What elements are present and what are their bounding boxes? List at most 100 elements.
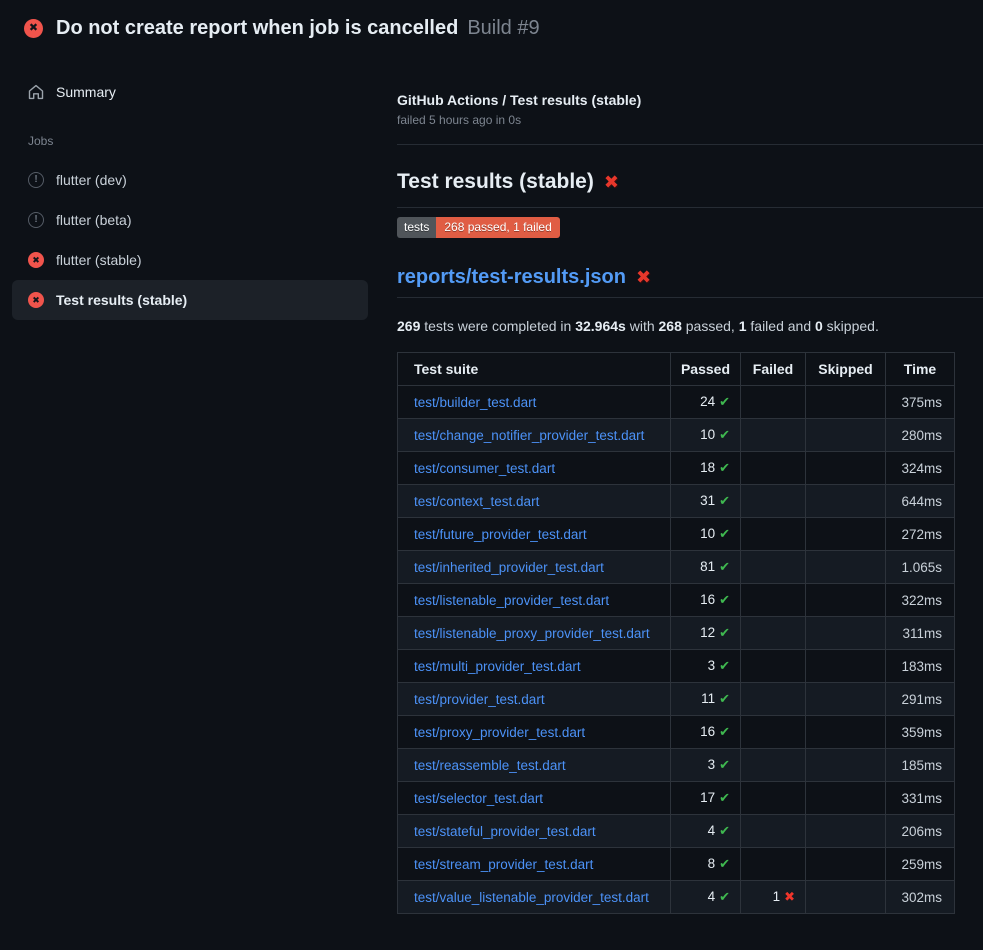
time-cell: 280ms (886, 419, 955, 452)
cross-mark-icon: ✖ (604, 172, 619, 193)
column-header: Skipped (806, 353, 886, 386)
failed-cell (741, 716, 806, 749)
table-row: test/reassemble_test.dart3✔185ms (398, 749, 955, 782)
test-suite-link[interactable]: test/reassemble_test.dart (414, 758, 566, 773)
skipped-cell (806, 815, 886, 848)
table-row: test/stateful_provider_test.dart4✔206ms (398, 815, 955, 848)
sidebar-item-summary[interactable]: Summary (28, 84, 380, 100)
suite-cell: test/context_test.dart (398, 485, 671, 518)
section-title: Test results (stable) ✖ (397, 170, 619, 194)
passed-cell: 16✔ (671, 584, 741, 617)
neutral-status-icon: ! (28, 172, 44, 188)
suite-cell: test/consumer_test.dart (398, 452, 671, 485)
passed-value: 3 (708, 757, 716, 772)
check-icon: ✔ (719, 427, 730, 442)
time-cell: 185ms (886, 749, 955, 782)
jobs-section-label: Jobs (28, 134, 380, 148)
passed-value: 11 (701, 691, 715, 706)
neutral-status-icon: ! (28, 212, 44, 228)
test-suite-link[interactable]: test/listenable_proxy_provider_test.dart (414, 626, 650, 641)
total-time: 32.964s (575, 318, 626, 334)
skipped-count: 0 (815, 318, 823, 334)
time-cell: 311ms (886, 617, 955, 650)
failed-cell (741, 815, 806, 848)
sidebar-item-job[interactable]: !flutter (beta) (12, 200, 368, 240)
report-file-link[interactable]: reports/test-results.json (397, 266, 626, 289)
test-suite-link[interactable]: test/multi_provider_test.dart (414, 659, 581, 674)
check-icon: ✔ (719, 526, 730, 541)
skipped-cell (806, 419, 886, 452)
skipped-cell (806, 716, 886, 749)
test-suite-link[interactable]: test/change_notifier_provider_test.dart (414, 428, 644, 443)
test-suite-link[interactable]: test/provider_test.dart (414, 692, 545, 707)
passed-value: 8 (708, 856, 716, 871)
failed-cell (741, 419, 806, 452)
test-suite-link[interactable]: test/consumer_test.dart (414, 461, 555, 476)
sidebar-item-label: Summary (56, 84, 116, 100)
skipped-cell (806, 617, 886, 650)
github-check-run-page: { "header": { "title": "Do not create re… (0, 0, 983, 950)
sidebar-item-job[interactable]: ! flutter (dev) (12, 160, 368, 200)
suite-cell: test/stateful_provider_test.dart (398, 815, 671, 848)
test-suite-link[interactable]: test/proxy_provider_test.dart (414, 725, 585, 740)
time-cell: 331ms (886, 782, 955, 815)
skipped-cell (806, 683, 886, 716)
time-cell: 375ms (886, 386, 955, 419)
test-suite-link[interactable]: test/context_test.dart (414, 494, 539, 509)
results-table: Test suitePassedFailedSkippedTime test/b… (397, 352, 955, 914)
badge-label: tests (397, 217, 436, 238)
failed-cell (741, 452, 806, 485)
suite-cell: test/reassemble_test.dart (398, 749, 671, 782)
sidebar: Summary Jobs ! flutter (dev) !flutter (bet… (0, 56, 380, 320)
test-suite-link[interactable]: test/stateful_provider_test.dart (414, 824, 596, 839)
time-cell: 324ms (886, 452, 955, 485)
passed-value: 17 (700, 790, 715, 805)
suite-cell: test/proxy_provider_test.dart (398, 716, 671, 749)
failed-status-icon: ✖ (28, 252, 44, 268)
passed-value: 4 (708, 889, 716, 904)
test-suite-link[interactable]: test/inherited_provider_test.dart (414, 560, 604, 575)
passed-cell: 18✔ (671, 452, 741, 485)
run-status-line: failed 5 hours ago in 0s (397, 113, 521, 127)
time-cell: 259ms (886, 848, 955, 881)
job-label: flutter (dev) (56, 172, 127, 188)
test-suite-link[interactable]: test/listenable_provider_test.dart (414, 593, 609, 608)
suite-cell: test/selector_test.dart (398, 782, 671, 815)
failed-cell (741, 551, 806, 584)
column-header: Test suite (398, 353, 671, 386)
passed-count: 268 (659, 318, 682, 334)
failed-count: 1 (739, 318, 747, 334)
time-cell: 291ms (886, 683, 955, 716)
skipped-cell (806, 551, 886, 584)
suite-cell: test/provider_test.dart (398, 683, 671, 716)
sidebar-item-job[interactable]: ✖Test results (stable) (12, 280, 368, 320)
table-row: test/change_notifier_provider_test.dart1… (398, 419, 955, 452)
section-title-text: Test results (stable) (397, 170, 594, 194)
test-suite-link[interactable]: test/stream_provider_test.dart (414, 857, 593, 872)
failed-cell (741, 749, 806, 782)
check-icon: ✔ (719, 625, 730, 640)
test-suite-link[interactable]: test/builder_test.dart (414, 395, 536, 410)
skipped-cell (806, 584, 886, 617)
passed-value: 16 (700, 724, 715, 739)
jobs-list: ! flutter (dev) !flutter (beta)✖flutter (s… (0, 160, 380, 320)
test-suite-link[interactable]: test/future_provider_test.dart (414, 527, 587, 542)
sidebar-item-job[interactable]: ✖flutter (stable) (12, 240, 368, 280)
passed-value: 81 (700, 559, 715, 574)
check-icon: ✔ (719, 856, 730, 871)
home-icon (28, 84, 44, 100)
passed-cell: 24✔ (671, 386, 741, 419)
check-icon: ✔ (719, 493, 730, 508)
badge-value: 268 passed, 1 failed (436, 217, 559, 238)
failed-cell (741, 584, 806, 617)
skipped-cell (806, 749, 886, 782)
check-icon: ✔ (719, 889, 730, 904)
failed-cell (741, 683, 806, 716)
time-cell: 183ms (886, 650, 955, 683)
test-suite-link[interactable]: test/value_listenable_provider_test.dart (414, 890, 649, 905)
failed-cell (741, 485, 806, 518)
test-suite-link[interactable]: test/selector_test.dart (414, 791, 543, 806)
summary-line: 269 tests were completed in 32.964s with… (397, 318, 879, 334)
skipped-cell (806, 848, 886, 881)
passed-value: 12 (700, 625, 715, 640)
